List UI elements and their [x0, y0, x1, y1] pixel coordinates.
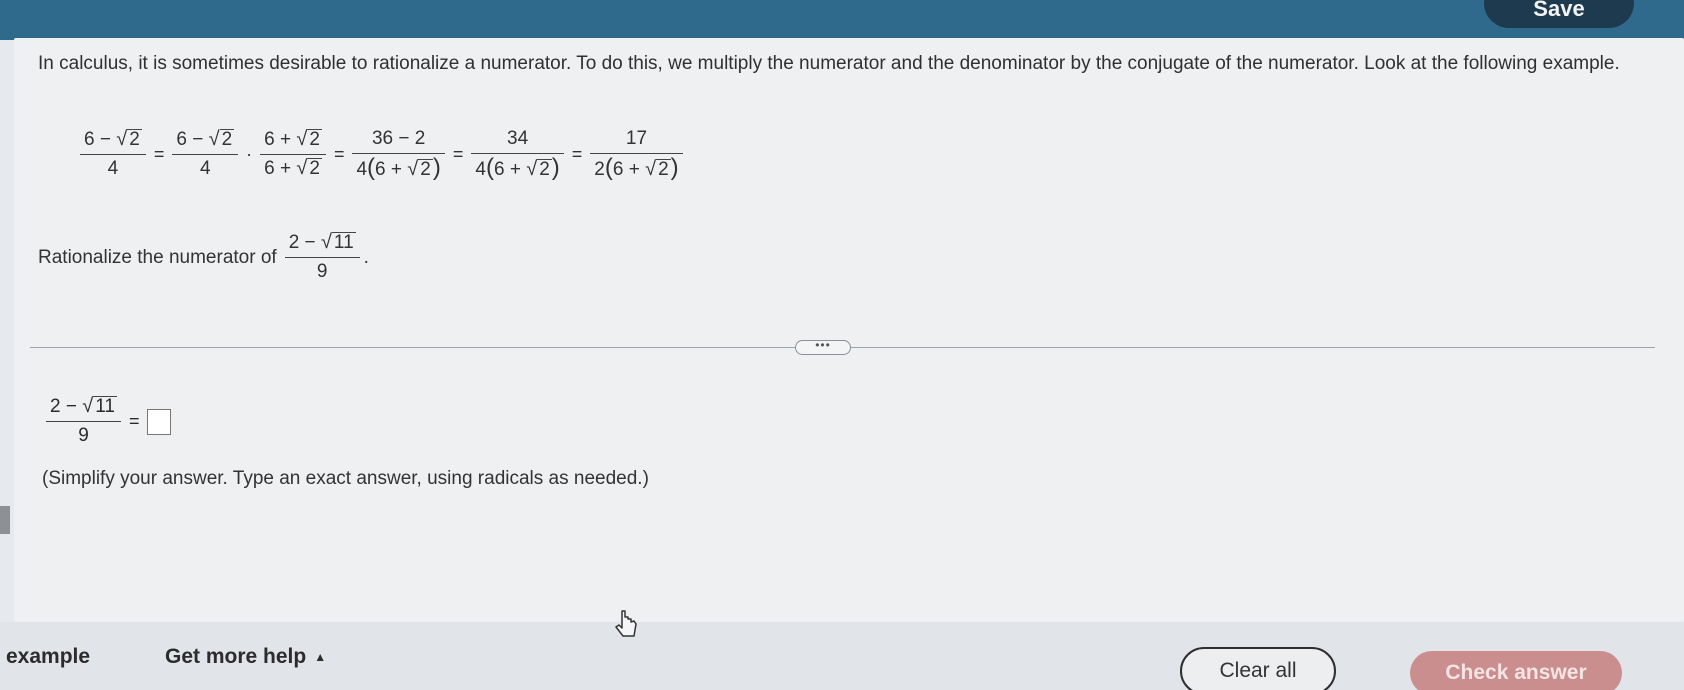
- get-more-help-button[interactable]: Get more help ▲: [165, 645, 326, 669]
- fraction: 6 − √ 2 4: [172, 129, 239, 180]
- prompt-text: Rationalize the numerator of: [38, 246, 277, 268]
- fraction: 36 − 2 4(6 + √ 2): [352, 128, 445, 181]
- fraction: 6 + √ 2 6 + √ 2: [260, 129, 326, 180]
- more-options-button[interactable]: •••: [795, 339, 851, 355]
- fraction: 6 − √ 2 4: [80, 129, 146, 180]
- save-button[interactable]: Save: [1484, 0, 1634, 28]
- target-fraction: 2 − √ 11 9: [284, 232, 360, 283]
- fraction: 17 2(6 + √ 2): [590, 128, 683, 181]
- question-prompt: Rationalize the numerator of 2 − √ 11 9 .: [38, 231, 369, 283]
- caret-up-icon: ▲: [314, 650, 327, 664]
- view-example-button[interactable]: example: [6, 645, 90, 669]
- answer-hint: (Simplify your answer. Type an exact ans…: [42, 468, 649, 489]
- clear-all-button[interactable]: Clear all: [1180, 647, 1336, 690]
- top-bar: Save: [0, 0, 1684, 40]
- answer-input[interactable]: [147, 408, 172, 435]
- answer-fraction: 2 − √ 11 9: [46, 396, 121, 447]
- example-equation: 6 − √ 2 4 = 6 − √ 2 4 · 6 + √ 2 6 + √ 2 = 36…: [76, 128, 687, 181]
- pointer-cursor-icon: [615, 610, 637, 637]
- help-label: Get more help: [165, 645, 307, 668]
- question-intro: In calculus, it is sometimes desirable t…: [38, 53, 1620, 74]
- check-answer-button[interactable]: Check answer: [1410, 651, 1622, 690]
- sqrt: √ 2: [116, 128, 142, 150]
- answer-row: 2 − √ 11 9 =: [42, 396, 172, 447]
- fraction: 34 4(6 + √ 2): [471, 128, 564, 181]
- question-panel: [14, 38, 1684, 622]
- side-tab[interactable]: [0, 506, 10, 534]
